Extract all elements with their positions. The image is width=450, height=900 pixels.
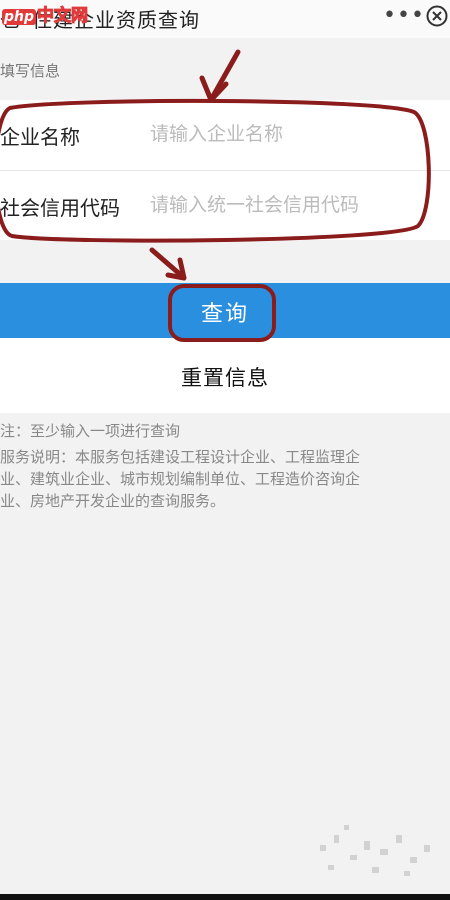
watermark-text: 中文网 — [37, 6, 89, 27]
close-circle-icon[interactable] — [426, 5, 448, 27]
page: 乜 住建企业资质查询 php中文网 ••• 填写信息 企业名称 社会信用代码 查… — [0, 0, 450, 900]
watermark-logo: php 中文网 — [2, 1, 89, 27]
noise-patch — [320, 825, 430, 876]
annotation-arrow-top — [209, 49, 241, 101]
service-description: 服务说明：本服务包括建设工程设计企业、工程监理企 业、建筑业企业、城市规划编制单… — [0, 448, 361, 510]
query-button[interactable]: 查询 — [0, 283, 450, 338]
notes-section: 注：至少输入一项进行查询 服务说明：本服务包括建设工程设计企业、工程监理企 业、… — [0, 420, 450, 512]
credit-code-row: 社会信用代码 — [0, 170, 450, 240]
company-name-label: 企业名称 — [0, 125, 80, 149]
reset-button[interactable]: 重置信息 — [0, 338, 450, 413]
reset-button-label: 重置信息 — [181, 366, 269, 390]
more-horizontal-icon[interactable]: ••• — [383, 3, 425, 28]
query-button-label: 查询 — [200, 302, 249, 327]
credit-code-label: 社会信用代码 — [0, 196, 120, 220]
watermark-php: php — [2, 9, 37, 25]
credit-code-input[interactable] — [150, 187, 430, 223]
section-label: 填写信息 — [0, 62, 61, 80]
company-name-input[interactable] — [150, 116, 430, 152]
annotation-arrowhead-top — [199, 75, 229, 103]
query-note: 注：至少输入一项进行查询 — [0, 422, 181, 440]
query-form: 企业名称 社会信用代码 — [0, 100, 450, 240]
annotation-arrow-bottom — [149, 247, 185, 279]
header-bar: 乜 住建企业资质查询 php中文网 ••• — [0, 0, 450, 38]
annotation-arrowhead-bottom — [165, 257, 187, 281]
bottom-bar — [0, 894, 450, 900]
company-name-row: 企业名称 — [0, 100, 450, 170]
